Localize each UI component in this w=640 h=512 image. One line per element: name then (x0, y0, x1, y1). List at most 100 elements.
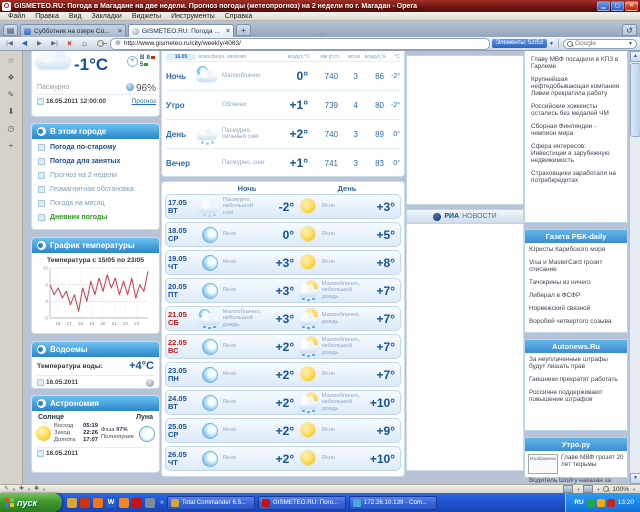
maximize-button[interactable]: ▢ (611, 1, 624, 11)
news-item[interactable]: Гаишники прекратят работать (525, 373, 627, 386)
forecast-row[interactable]: 26.05ЧТЯсно+2°Ясно+10° (165, 446, 401, 471)
today-row[interactable]: УтроОблачно+1°739480-2° (166, 90, 400, 119)
city-link[interactable]: Дневник погоды (38, 214, 155, 221)
transfers-icon[interactable]: ⬇ (3, 105, 19, 119)
forecast-row[interactable]: 17.05ВТПасмурно, небольшой снег-2°Ясно+3… (165, 194, 401, 219)
news-item[interactable]: Главу МВФ посадили в КПЗ в Гарлеме (527, 53, 625, 73)
menu-Вид[interactable]: Вид (65, 13, 86, 20)
forecast-row[interactable]: 23.05ПНЯсно+2°Ясно+7° (165, 362, 401, 387)
panels-toggle-button[interactable]: ▤ (3, 24, 18, 36)
quick-launch-icon[interactable] (145, 498, 155, 508)
address-input[interactable] (124, 40, 485, 47)
tray-icon[interactable] (607, 499, 615, 507)
task-button[interactable]: Total Commander 6.5... (167, 496, 255, 510)
news-item[interactable]: Российские хоккеисты остались без медале… (527, 100, 625, 120)
forward-button[interactable]: ▶ (33, 38, 46, 49)
news-item[interactable]: Сфера интересов: Инвестиции в зарубежную… (527, 140, 625, 167)
forecast-row[interactable]: 18.05СРЯсно0°Ясно+5° (165, 222, 401, 247)
news-item[interactable]: Сборная Финляндии - чемпион мира (527, 120, 625, 140)
forecast-row[interactable]: 24.05ВТЯсно+2°Малооблачно, небольшой дож… (165, 390, 401, 415)
city-link[interactable]: Прогноз на 2 недели (38, 172, 155, 179)
task-button[interactable]: 172.26.10.139 - Com... (349, 496, 437, 510)
menu-Правка[interactable]: Правка (31, 13, 63, 20)
home-button[interactable]: ⌂ (78, 38, 91, 49)
images-toggle-icon[interactable] (563, 485, 573, 493)
news-item[interactable]: Норвежский связной (525, 302, 627, 315)
news-item[interactable]: Тачокрины из ничего (525, 276, 627, 289)
scrollbar-thumb[interactable] (630, 63, 640, 137)
quick-launch-icon[interactable]: W (106, 498, 116, 508)
notes-icon[interactable]: ✎ (3, 88, 19, 102)
city-link[interactable]: Погода для занятых (38, 158, 155, 165)
today-row[interactable]: НочьМалооблачно0°740386-2° (166, 61, 400, 90)
address-bar[interactable]: ⊕ (110, 38, 490, 50)
new-tab-button[interactable]: + (236, 24, 251, 36)
status-settings-button[interactable]: ✱ (34, 485, 39, 493)
news-item[interactable]: Либерал в ФСФР (525, 289, 627, 302)
tray-icon[interactable] (597, 499, 605, 507)
language-indicator[interactable]: RU (574, 499, 583, 506)
city-link[interactable]: Геомагнитная обстановка (38, 186, 155, 193)
quick-launch-icon[interactable] (132, 498, 142, 508)
add-panel-icon[interactable]: + (3, 139, 19, 153)
fast-forward-button[interactable]: ▶| (48, 38, 61, 49)
start-button[interactable]: пуск (0, 493, 62, 512)
minimize-button[interactable]: ▁ (597, 1, 610, 11)
menu-Инструменты[interactable]: Инструменты (167, 13, 219, 20)
forecast-row[interactable]: 25.05СРЯсно+2°Ясно+9° (165, 418, 401, 443)
tab-close-icon[interactable]: × (118, 28, 122, 35)
scroll-down-icon[interactable]: ▼ (630, 473, 640, 484)
widgets-icon[interactable]: ❖ (3, 71, 19, 85)
search-box[interactable]: ▼ (563, 39, 637, 49)
news-item[interactable]: Воробей четвертого созыва (525, 315, 627, 328)
stop-button[interactable]: × (63, 38, 76, 49)
news-item[interactable]: Юристы Карибского моря (525, 243, 627, 256)
quick-launch-icon[interactable] (93, 498, 103, 508)
menu-Файл[interactable]: Файл (4, 13, 29, 20)
news-item[interactable]: Крупнейшая нефтедобывающая компания Ливи… (527, 73, 625, 100)
elements-dropdown-icon[interactable]: ▼ (549, 41, 554, 47)
news-item[interactable]: Страховщики заработали на потребкредитах (527, 167, 625, 187)
bookmarks-icon[interactable]: ☆ (3, 54, 19, 68)
browser-tab[interactable]: GISMETEO.RU: Погода ...× (128, 24, 234, 37)
menu-Справка[interactable]: Справка (221, 13, 256, 20)
browser-tab[interactable]: Субботник на озере Со...× (20, 24, 126, 37)
news-item[interactable]: Visa и MasterCard грозит списание (525, 256, 627, 276)
status-hand-button[interactable]: ✚ (19, 485, 24, 493)
back-button[interactable]: ◀ (18, 38, 31, 49)
quick-launch-icon[interactable] (80, 498, 90, 508)
history-icon[interactable]: ◷ (3, 122, 19, 136)
closed-tabs-button[interactable]: ↺ (622, 24, 637, 36)
status-edit-button[interactable]: ✎ (4, 485, 9, 493)
forecast-row[interactable]: 20.05ПТЯсно+3°Малооблачно, небольшой дож… (165, 278, 401, 303)
today-row[interactable]: ДеньПасмурно, сильный снег+2°7403890° (166, 119, 400, 148)
search-engine-dropdown-icon[interactable]: ▼ (628, 41, 633, 47)
news-item[interactable]: За неуплаченные штрафы будут лишать прав (525, 353, 627, 373)
tray-icon[interactable] (587, 499, 595, 507)
fit-width-icon[interactable] (583, 485, 593, 493)
forecast-row[interactable]: 21.05СБМалооблачно, небольшой дождь+3°Ма… (165, 306, 401, 331)
forecast-row[interactable]: 22.05ВСЯсно+2°Малооблачно, небольшой дож… (165, 334, 401, 359)
info-icon[interactable]: ? (146, 379, 154, 387)
news-item[interactable]: Водитель Шойгу наказан за хамство на дор… (525, 474, 627, 484)
close-button[interactable]: ✕ (625, 1, 638, 11)
elements-progress-badge[interactable]: Элементы: 52/53 (492, 39, 547, 48)
city-link[interactable]: Погода на месяц (38, 200, 155, 207)
forecast-row[interactable]: 19.05ЧТЯсно+3°Ясно+8° (165, 250, 401, 275)
zoom-level[interactable]: 100% (612, 486, 629, 493)
ria-novosti-header[interactable]: РИАНОВОСТИ (406, 209, 524, 224)
search-input[interactable] (575, 40, 626, 47)
today-row[interactable]: ВечерПасмурно, снег+1°7413830° (166, 148, 400, 177)
rewind-button[interactable]: |◀ (3, 38, 16, 49)
city-link[interactable]: Погода по-старому (38, 144, 155, 151)
forecast-link[interactable]: Прогноз (132, 98, 156, 105)
task-button[interactable]: GISMETEO.RU: Пого... (258, 496, 346, 510)
quick-launch-icon[interactable] (67, 498, 77, 508)
scroll-up-icon[interactable]: ▲ (630, 51, 640, 62)
menu-Виджеты[interactable]: Виджеты (128, 13, 165, 20)
news-item[interactable]: Россияне поддерживают повышение штрафов (525, 386, 627, 406)
quick-launch-icon[interactable] (119, 498, 129, 508)
menu-Закладки[interactable]: Закладки (88, 13, 126, 20)
page-scrollbar[interactable]: ▲ ▼ (629, 51, 640, 484)
utro-lead-link[interactable]: Главе МВФ грозят 20 лет тюрьмы (561, 454, 624, 474)
